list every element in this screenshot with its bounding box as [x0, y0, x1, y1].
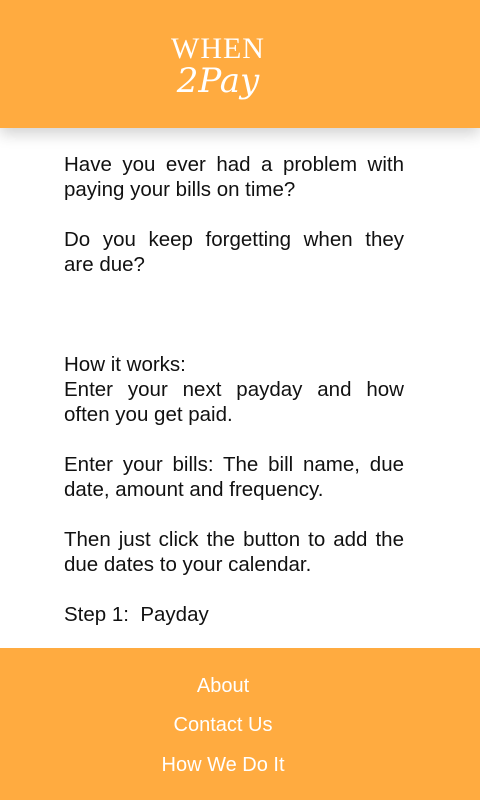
footer-nav: About Contact Us How We Do It: [0, 648, 480, 800]
main-content: Have you ever had a problem with paying …: [64, 152, 404, 627]
nav-link-contact-us[interactable]: Contact Us: [0, 713, 446, 737]
nav-link-about[interactable]: About: [0, 674, 446, 698]
logo-text-when: WHEN: [171, 32, 265, 65]
how-step-bills: Enter your bills: The bill name, due dat…: [64, 453, 404, 501]
step-1-heading: Step 1: Payday: [64, 603, 209, 626]
how-it-works-title: How it works:: [64, 353, 186, 376]
how-step-click: Then just click the button to add the du…: [64, 528, 404, 576]
app-logo: WHEN 2Pay: [156, 32, 280, 101]
intro-question-2: Do you keep forgetting when they are due…: [64, 228, 404, 276]
app-header: WHEN 2Pay: [0, 0, 480, 128]
how-step-payday: Enter your next payday and how often you…: [64, 378, 404, 426]
intro-question-1: Have you ever had a problem with paying …: [64, 153, 404, 201]
logo-text-2pay: 2Pay: [176, 61, 260, 101]
nav-link-how-we-do-it[interactable]: How We Do It: [0, 753, 446, 777]
